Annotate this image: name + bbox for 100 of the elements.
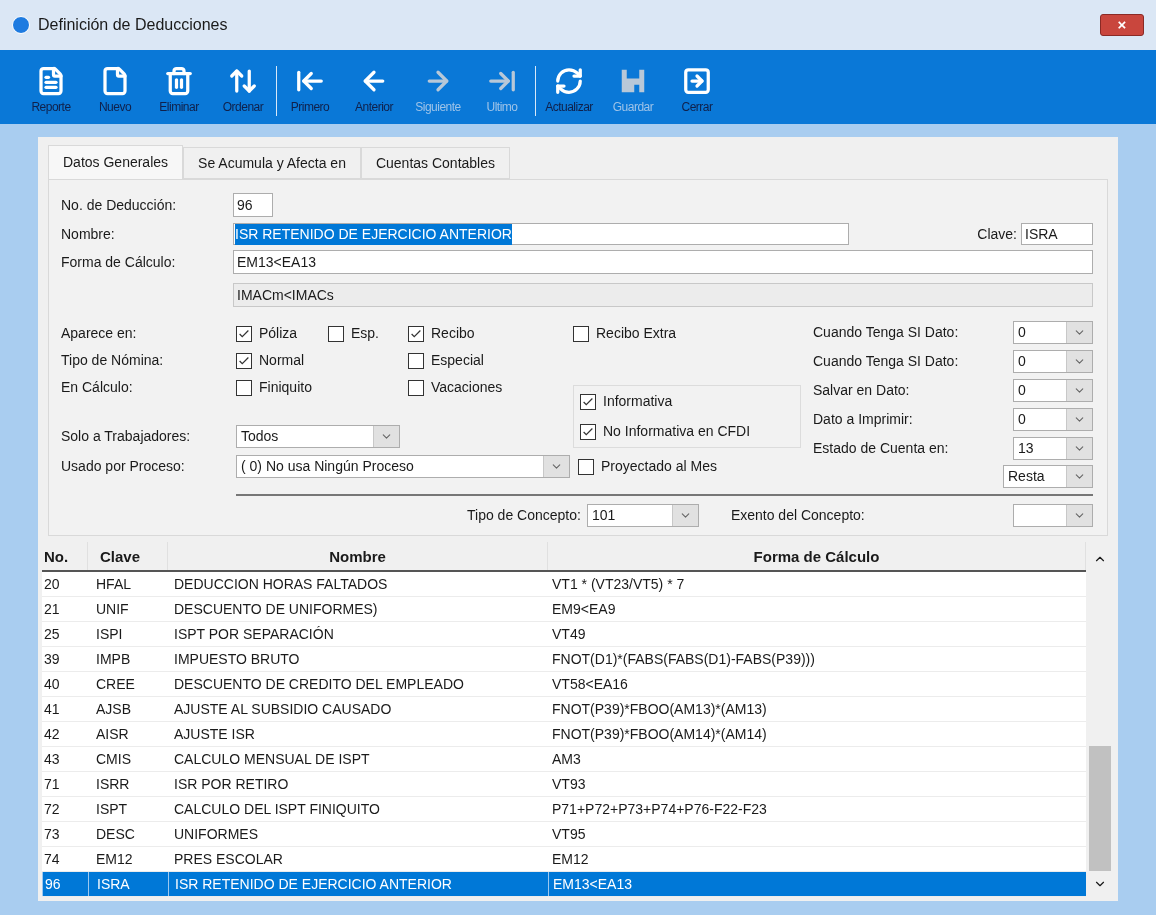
checkbox[interactable] — [580, 423, 596, 440]
field-label: En Cálculo: — [61, 378, 134, 397]
table-cell-text: 20 — [43, 575, 61, 594]
table-cell-text: VT49 — [551, 625, 587, 644]
checkbox-label: Finiquito — [259, 378, 312, 397]
table-cell-text: ISPI — [95, 625, 124, 644]
checkbox[interactable] — [408, 379, 424, 396]
close-button[interactable]: × — [1100, 14, 1144, 36]
dropdown-icon — [671, 504, 698, 526]
table-row[interactable]: 21 UNIF DESCUENTO DE UNIFORMES) EM9<EA9 — [42, 597, 1086, 622]
tab[interactable]: Cuentas Contables — [360, 147, 510, 179]
value-dropdown[interactable]: 0 — [1013, 320, 1093, 344]
table-cell-text: ISR POR RETIRO — [173, 775, 290, 794]
table-row[interactable]: 40 CREE DESCUENTO DE CREDITO DEL EMPLEADO VT58<EA16 — [42, 672, 1086, 697]
field-label: Usado por Proceso: — [61, 457, 186, 476]
checkbox[interactable] — [328, 325, 344, 342]
table-cell: ISRA — [88, 872, 168, 896]
checkbox[interactable] — [408, 325, 424, 342]
checkbox[interactable] — [578, 458, 594, 475]
name-field[interactable]: ISR RETENIDO DE EJERCICIO ANTERIOR — [233, 223, 849, 245]
column-header[interactable]: No. — [42, 542, 88, 570]
dropdown-icon — [1066, 408, 1092, 430]
field-label: No. de Deducción: — [61, 195, 178, 215]
toolbar-button[interactable]: Primero — [279, 66, 341, 116]
field-label: Tipo de Concepto: — [467, 505, 581, 525]
table-cell-text: ISPT POR SEPARACIÓN — [173, 625, 335, 644]
table-row[interactable]: 25 ISPI ISPT POR SEPARACIÓN VT49 — [42, 622, 1086, 647]
toolbar-button[interactable]: Eliminar — [148, 66, 210, 116]
table-cell-text: IMPB — [95, 650, 132, 669]
table-cell-text: AJUSTE AL SUBSIDIO CAUSADO — [173, 700, 393, 719]
scroll-thumb[interactable] — [1089, 746, 1111, 871]
toolbar-button[interactable]: Nuevo — [84, 66, 146, 116]
toolbar-button[interactable]: Actualizar — [538, 66, 600, 116]
table-cell-text: 25 — [43, 625, 61, 644]
table-cell-text: VT93 — [551, 775, 587, 794]
checkbox[interactable] — [580, 393, 596, 410]
table-row[interactable]: 41 AJSB AJUSTE AL SUBSIDIO CAUSADO FNOT(P39)*FBOO(AM13)*(AM13) — [42, 697, 1086, 722]
value-dropdown[interactable]: 0 — [1013, 378, 1093, 402]
checkbox[interactable] — [573, 325, 589, 342]
table-cell-text: CALCULO MENSUAL DE ISPT — [173, 750, 371, 769]
table-row[interactable]: 73 DESC UNIFORMES VT95 — [42, 822, 1086, 847]
column-header[interactable]: Clave — [88, 542, 168, 570]
table-cell-text: PRES ESCOLAR — [173, 850, 284, 869]
table-cell-text: 41 — [43, 700, 61, 719]
field-label: Nombre: — [61, 224, 116, 244]
table-cell-text: AJSB — [95, 700, 132, 719]
dropdown-icon — [1066, 321, 1092, 343]
number-field[interactable]: 96 — [233, 193, 273, 217]
column-header[interactable]: Nombre — [168, 542, 548, 570]
checkbox[interactable] — [236, 352, 252, 369]
table-cell-text: HFAL — [95, 575, 132, 594]
table-cell-text: UNIF — [95, 600, 130, 619]
operation-dropdown[interactable]: Resta — [1003, 465, 1093, 488]
dropdown-icon — [1066, 504, 1092, 526]
field-label: Salvar en Dato: — [813, 380, 910, 400]
checkbox[interactable] — [236, 325, 252, 342]
table-cell-text: ISPT — [95, 800, 129, 819]
toolbar-button[interactable]: Anterior — [343, 66, 405, 116]
checkbox-label: Informativa — [603, 392, 673, 411]
table-cell-text: 73 — [43, 825, 61, 844]
formula-field[interactable]: IMACm<IMACs — [233, 283, 1093, 307]
workers-dropdown[interactable]: Todos — [236, 425, 400, 448]
dropdown-icon — [1066, 437, 1092, 459]
checkbox-label: Especial — [431, 351, 484, 370]
dropdown-icon — [1066, 466, 1092, 487]
table-row[interactable]: 71 ISRR ISR POR RETIRO VT93 — [42, 772, 1086, 797]
field-label: Clave: — [977, 224, 1017, 244]
table-row[interactable]: 72 ISPT CALCULO DEL ISPT FINIQUITO P71+P72+P73+P74+P76-F22-F23 — [42, 797, 1086, 822]
table-cell-text: AJUSTE ISR — [173, 725, 256, 744]
table-row[interactable]: 43 CMIS CALCULO MENSUAL DE ISPT AM3 — [42, 747, 1086, 772]
dropdown-icon — [1066, 350, 1092, 372]
concept-type-dropdown[interactable]: 101 — [586, 503, 699, 527]
field-label: Tipo de Nómina: — [61, 351, 165, 370]
table-cell-text: CREE — [95, 675, 136, 694]
formula-field[interactable]: EM13<EA13 — [233, 250, 1093, 274]
table-cell-text: EM12 — [95, 850, 134, 869]
field-label: Cuando Tenga SI Dato: — [813, 351, 959, 371]
checkbox[interactable] — [408, 352, 424, 369]
process-dropdown[interactable]: ( 0) No usa Ningún Proceso — [236, 455, 570, 478]
table-row[interactable]: 42 AISR AJUSTE ISR FNOT(P39)*FBOO(AM14)*(AM14) — [42, 722, 1086, 747]
table-row[interactable]: 39 IMPB IMPUESTO BRUTO FNOT(D1)*(FABS(FABS(D1)-FABS(P39))) — [42, 647, 1086, 672]
table-cell: 96 — [42, 872, 88, 896]
checkbox[interactable] — [236, 379, 252, 396]
table-row[interactable]: 96 ISRA ISR RETENIDO DE EJERCICIO ANTERIOR EM13<EA13 — [42, 872, 1086, 897]
table-row[interactable]: 20 HFAL DEDUCCION HORAS FALTADOS VT1 * (VT23/VT5) * 7 — [42, 572, 1086, 597]
table-cell-text: P71+P72+P73+P74+P76-F22-F23 — [551, 800, 768, 819]
value-dropdown[interactable]: 0 — [1013, 407, 1093, 431]
field-label: Forma de Cálculo: — [61, 252, 177, 272]
toolbar-button[interactable]: Ordenar — [212, 66, 274, 116]
value-dropdown[interactable]: 0 — [1013, 349, 1093, 373]
app-logo-icon — [12, 16, 30, 34]
tab[interactable]: Se Acumula y Afecta en — [183, 147, 361, 179]
value-dropdown[interactable]: 13 — [1013, 436, 1093, 460]
checkbox-label: Proyectado al Mes — [601, 457, 717, 476]
toolbar-button[interactable]: Cerrar — [666, 66, 728, 116]
toolbar-button[interactable]: Reporte — [20, 66, 82, 116]
table-cell-text: AM3 — [551, 750, 582, 769]
tab[interactable]: Datos Generales — [48, 145, 184, 179]
key-field[interactable]: ISRA — [1021, 223, 1093, 245]
refresh-icon — [554, 66, 584, 96]
